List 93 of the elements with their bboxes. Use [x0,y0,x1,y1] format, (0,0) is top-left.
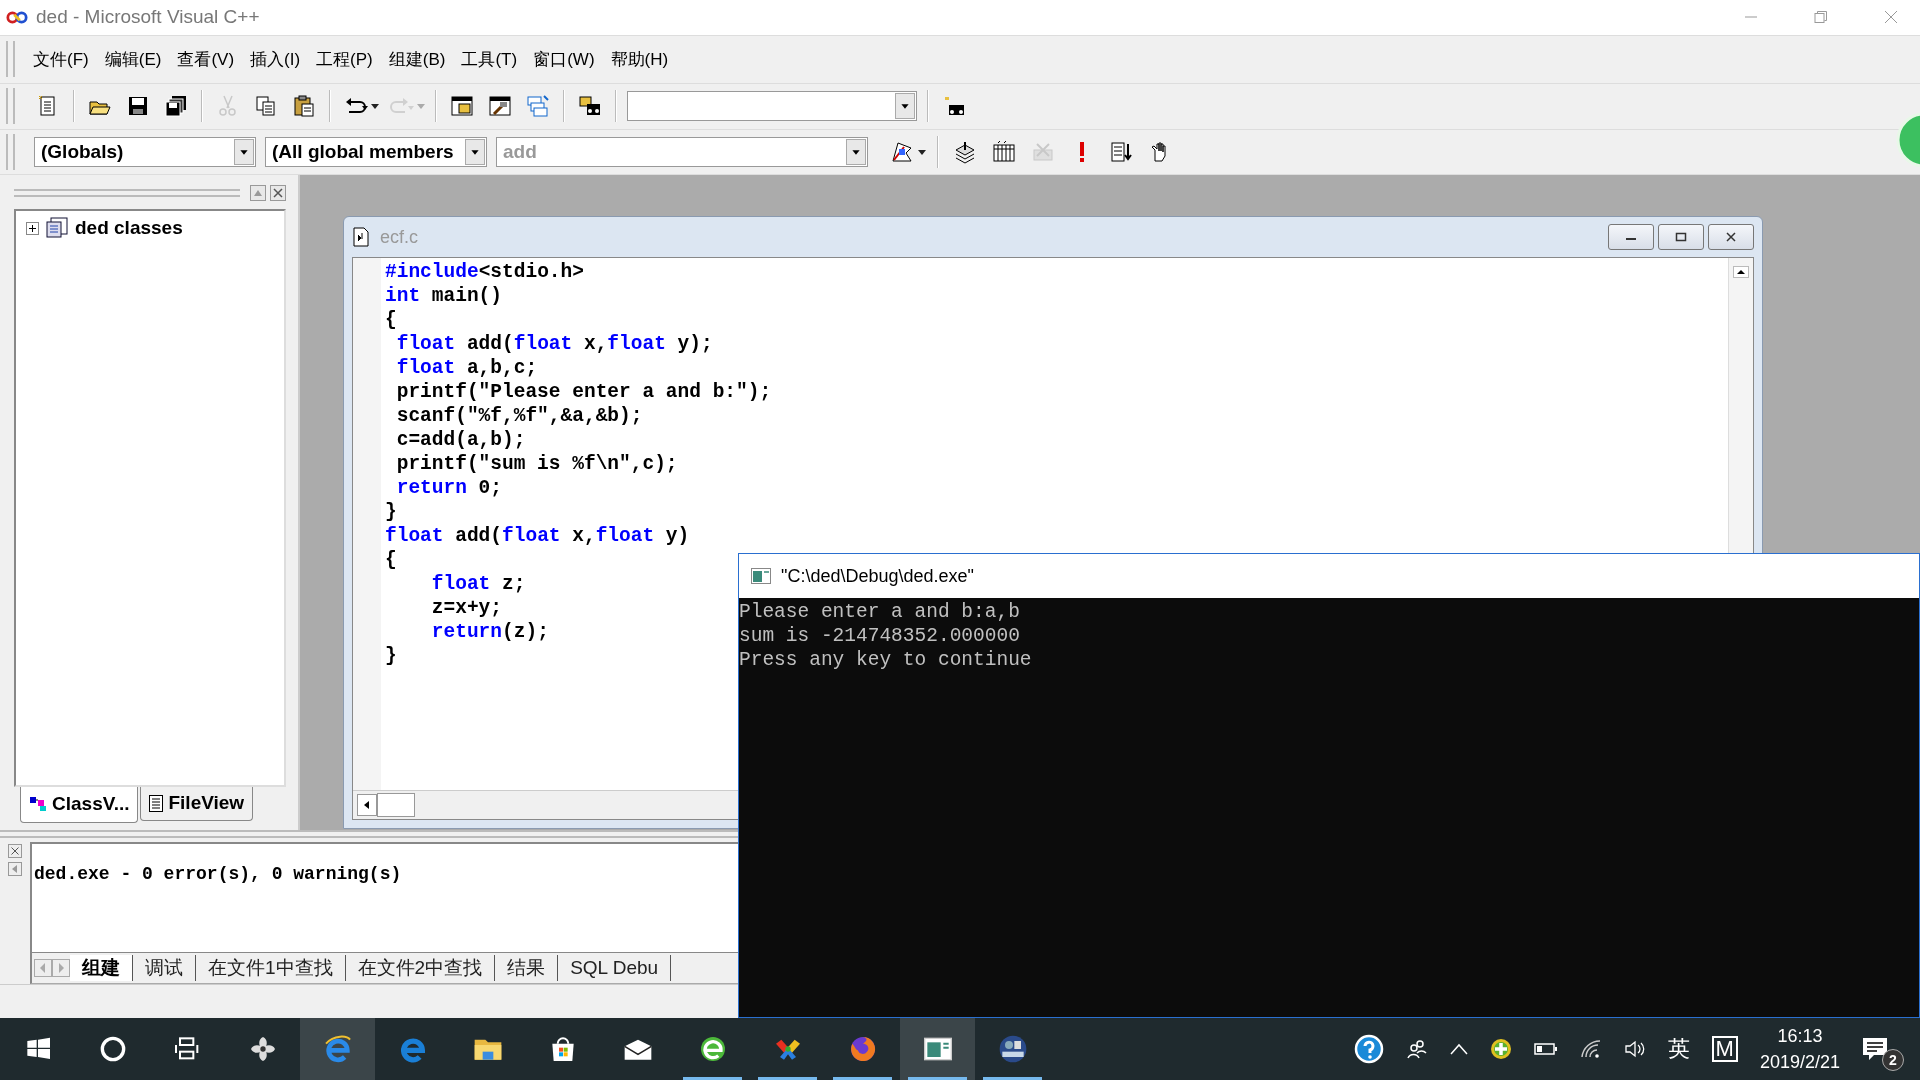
close-icon[interactable] [1884,10,1898,25]
code-line: float add(float x,float y); [395,332,713,357]
menu-item[interactable]: 插入(I) [242,47,309,71]
help-icon[interactable] [1353,1034,1384,1064]
close-icon[interactable] [270,185,286,202]
class-combo[interactable]: (Globals) [34,137,256,168]
class-view-icon [29,796,47,813]
console-line: Press any key to continue [739,648,1033,672]
output-tab[interactable]: SQL Debu [558,955,672,982]
minimize-button[interactable] [1608,224,1654,251]
speaker-icon[interactable] [1623,1039,1646,1059]
clock-date: 2019/2/21 [1759,1051,1840,1074]
window-list-icon[interactable] [526,94,550,119]
code-line: } [385,644,397,669]
code-line: } [385,500,397,525]
maximize-icon [1675,232,1687,243]
workspace-tab[interactable]: FileView [140,786,254,821]
menu-item[interactable]: 文件(F) [25,47,97,71]
scroll-thumb[interactable] [377,793,415,818]
console-line: sum is -214748352.000000 [739,624,1021,648]
code-line: { [385,548,397,573]
clock-time: 16:13 [1777,1025,1823,1048]
close-button[interactable] [1708,224,1754,251]
menu-item[interactable]: 查看(V) [169,47,243,71]
file-view-icon [149,794,164,812]
restore-icon[interactable] [1814,10,1828,25]
chevron-up-icon[interactable] [1449,1043,1468,1055]
build-icon[interactable] [992,140,1016,165]
code-line: float add(float x,float y) [385,524,690,549]
output-line: ded.exe - 0 error(s), 0 warning(s) [34,863,403,884]
code-line: float z; [430,572,526,597]
output-icon[interactable] [488,94,512,119]
output-tab[interactable]: 在文件1中查找 [196,955,346,982]
output-tab[interactable]: 在文件2中查找 [345,955,496,982]
menu-item[interactable]: 工具(T) [453,47,526,71]
paste-icon[interactable] [292,94,316,119]
console-icon [751,568,771,584]
console-line: Please enter a and b:a,b [739,600,1021,624]
caret-icon[interactable] [371,103,379,109]
caret-icon[interactable] [918,149,926,155]
pane-grip[interactable] [14,189,240,198]
code-line: return(z); [430,620,549,645]
workspace-tab[interactable]: ClassV... [20,786,139,823]
close-icon[interactable] [8,843,22,858]
notification-icon[interactable] [1862,1037,1888,1061]
wifi-icon[interactable] [1579,1039,1602,1059]
code-line: return 0; [395,476,503,501]
wizard-icon[interactable] [890,140,914,165]
menu-item[interactable]: 编辑(E) [96,47,170,71]
compile-icon[interactable] [953,140,977,165]
document-title: ecf.c [380,226,418,248]
copy-icon[interactable] [254,94,278,119]
menu-item[interactable]: 组建(B) [380,47,454,71]
console-title: "C:\ded\Debug\ded.exe" [781,565,974,587]
toolbar-grip[interactable] [6,41,15,78]
save-all-icon[interactable] [164,94,188,119]
toolbar-grip[interactable] [6,88,15,125]
menu-item[interactable]: 窗口(W) [525,47,603,71]
code-line: printf("Please enter a and b:"); [395,380,772,405]
input-language[interactable]: 英 [1667,1034,1690,1064]
code-line: z=x+y; [430,596,503,621]
menu-item[interactable]: 帮助(H) [602,47,677,71]
step-icon[interactable] [1109,140,1133,165]
window-title: ded - Microsoft Visual C++ [36,6,260,29]
notification-count: 2 [1882,1049,1904,1071]
expand-icon[interactable] [26,221,39,235]
output-tab[interactable]: 组建 [70,955,133,982]
code-line: int main() [385,284,503,309]
input-mode[interactable]: M [1711,1036,1738,1062]
code-line: float a,b,c; [395,356,538,381]
tree-item[interactable]: ded classes [75,217,183,240]
code-line: c=add(a,b); [395,428,526,453]
members-combo[interactable]: (All global members [265,137,487,168]
menu-item[interactable]: 工程(P) [308,47,381,71]
toolbar-grip[interactable] [6,134,15,171]
classes-icon [45,217,69,240]
app-logo-icon [6,9,28,25]
workspace-icon[interactable] [450,94,474,119]
close-icon [1725,232,1737,243]
console-window-taskbar-button[interactable] [900,1018,975,1080]
output-tab[interactable]: 调试 [133,955,196,982]
code-line: #include<stdio.h> [385,260,584,285]
scroll-up-icon[interactable] [1733,266,1749,279]
battery-icon[interactable] [1533,1042,1558,1056]
security-shield-icon[interactable] [1489,1038,1512,1060]
people-icon[interactable] [1405,1038,1428,1060]
maximize-button[interactable] [1658,224,1704,251]
source-file-icon [352,227,370,248]
clock[interactable]: 16:13 2019/2/21 [1759,1023,1840,1075]
code-line: scanf("%f,%f",&a,&b); [395,404,643,429]
output-tab[interactable]: 结果 [495,955,559,982]
code-line: printf("sum is %f\n",c); [395,452,678,477]
code-line: { [385,308,397,333]
